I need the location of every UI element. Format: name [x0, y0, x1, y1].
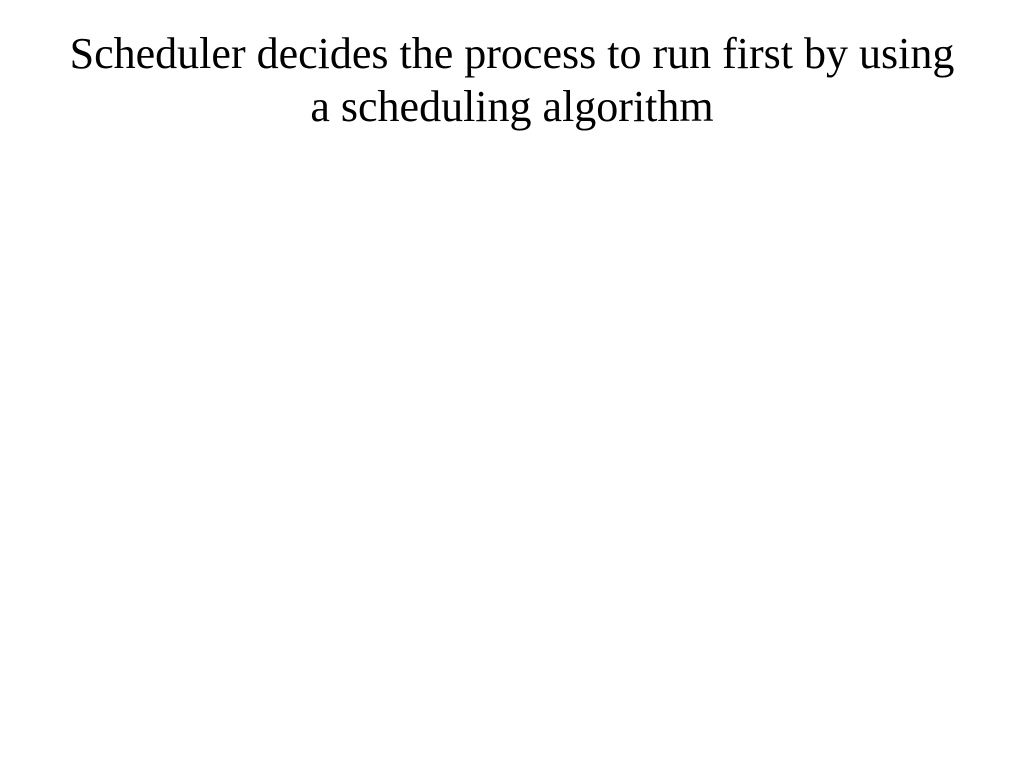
- slide-title: Scheduler decides the process to run fir…: [0, 28, 1024, 134]
- slide-container: Scheduler decides the process to run fir…: [0, 0, 1024, 768]
